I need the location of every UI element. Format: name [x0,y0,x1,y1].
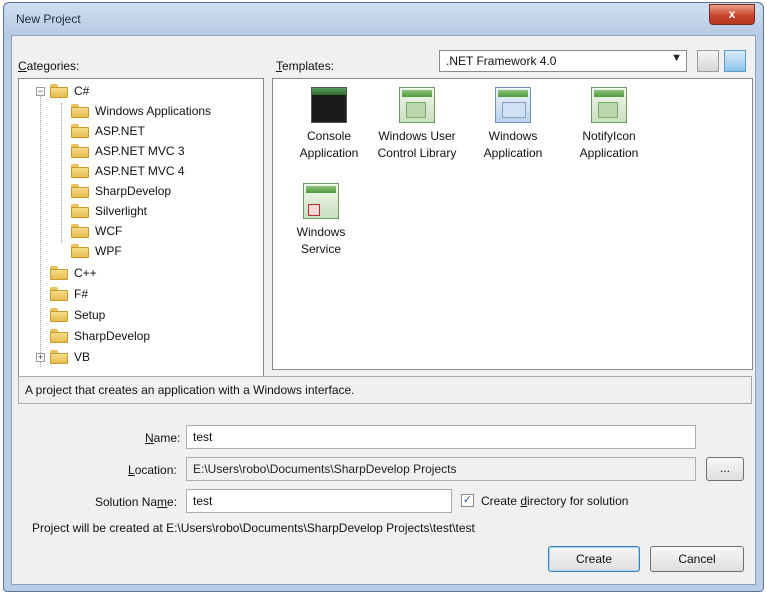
template-windows-application[interactable]: Windows Application [469,87,557,162]
folder-icon [50,84,68,98]
folder-icon [71,244,89,258]
window-title: New Project [16,12,81,26]
folder-icon [50,266,68,280]
create-directory-label[interactable]: Create directory for solution [481,494,628,508]
tree-item-aspnet-mvc4[interactable]: ASP.NET MVC 4 [71,161,185,181]
cancel-button[interactable]: Cancel [650,546,744,572]
tree-item-sharpdevelop[interactable]: SharpDevelop [50,326,150,346]
folder-icon [50,350,68,364]
expand-icon[interactable]: + [36,353,45,362]
folder-icon [71,164,89,178]
windows-app-icon [495,87,531,123]
service-icon [303,183,339,219]
tree-item-sharpdevelop-csharp[interactable]: SharpDevelop [71,181,171,201]
tree-item-wpf[interactable]: WPF [71,241,122,261]
template-console-application[interactable]: Console Application [285,87,373,162]
framework-value: .NET Framework 4.0 [446,54,557,68]
tree-item-silverlight[interactable]: Silverlight [71,201,147,221]
title-bar[interactable]: New Project x [4,3,763,35]
project-path-info: Project will be created at E:\Users\robo… [32,521,475,535]
large-icons-view-button[interactable] [697,50,719,72]
solution-name-label: Solution Name: [95,495,178,509]
template-windows-user-control-library[interactable]: Windows User Control Library [373,87,461,162]
folder-icon [71,124,89,138]
folder-icon [71,104,89,118]
location-label: Location: [128,463,177,477]
categories-label: Categories: [18,59,80,73]
description-text: A project that creates an application wi… [25,383,355,397]
close-button[interactable]: x [709,4,755,25]
folder-icon [50,329,68,343]
tree-item-fsharp[interactable]: F# [50,284,88,304]
templates-label: Templates: [276,59,335,73]
framework-dropdown[interactable]: .NET Framework 4.0 ▼ [439,50,687,72]
console-icon [311,87,347,123]
tree-item-setup[interactable]: Setup [50,305,105,325]
tree-line [40,93,41,367]
templates-list[interactable]: Console Application Windows User Control… [272,78,753,370]
tree-item-csharp[interactable]: C# [50,81,89,101]
tree-item-wcf[interactable]: WCF [71,221,122,241]
create-button[interactable]: Create [548,546,640,572]
folder-icon [71,224,89,238]
template-description: A project that creates an application wi… [18,376,752,404]
tree-item-aspnet[interactable]: ASP.NET [71,121,145,141]
collapse-icon[interactable]: − [36,87,45,96]
folder-icon [50,308,68,322]
template-windows-service[interactable]: Windows Service [277,183,365,258]
folder-icon [71,204,89,218]
browse-button[interactable]: ... [706,457,744,481]
name-input[interactable]: test [186,425,696,449]
categories-tree[interactable]: − C# Windows Applications ASP.NET ASP.NE… [18,78,264,404]
folder-icon [50,287,68,301]
dropdown-arrow-icon: ▼ [671,52,682,64]
create-directory-checkbox[interactable]: ✓ [461,494,474,507]
notifyicon-icon [591,87,627,123]
location-input[interactable]: E:\Users\robo\Documents\SharpDevelop Pro… [186,457,696,481]
tree-item-cpp[interactable]: C++ [50,263,97,283]
tree-item-vb[interactable]: VB [50,347,90,367]
solution-name-input[interactable]: test [186,489,452,513]
tree-line [61,103,62,243]
tree-item-aspnet-mvc3[interactable]: ASP.NET MVC 3 [71,141,185,161]
tree-item-windows-applications[interactable]: Windows Applications [71,101,212,121]
close-icon: x [728,7,736,21]
folder-icon [71,144,89,158]
folder-icon [71,184,89,198]
user-control-icon [399,87,435,123]
name-label: Name: [145,431,181,445]
list-view-button[interactable] [724,50,746,72]
template-notifyicon-application[interactable]: NotifyIcon Application [565,87,653,162]
